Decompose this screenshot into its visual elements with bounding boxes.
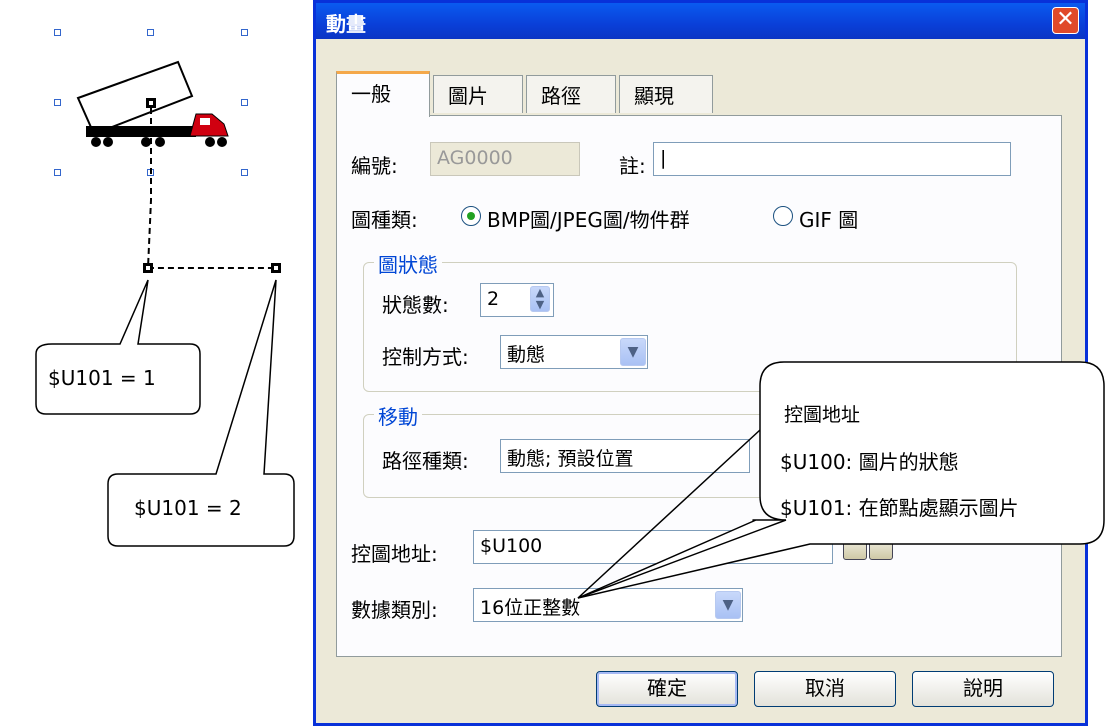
address-callout-line2: $U101: 在節點處顯示圖片 — [780, 496, 1019, 520]
address-callout-bubble — [577, 361, 1105, 599]
address-callout-line1: $U100: 圖片的狀態 — [780, 450, 959, 474]
address-callout-title: 控圖地址 — [784, 404, 861, 426]
tab-general[interactable]: 一般 — [336, 71, 430, 117]
